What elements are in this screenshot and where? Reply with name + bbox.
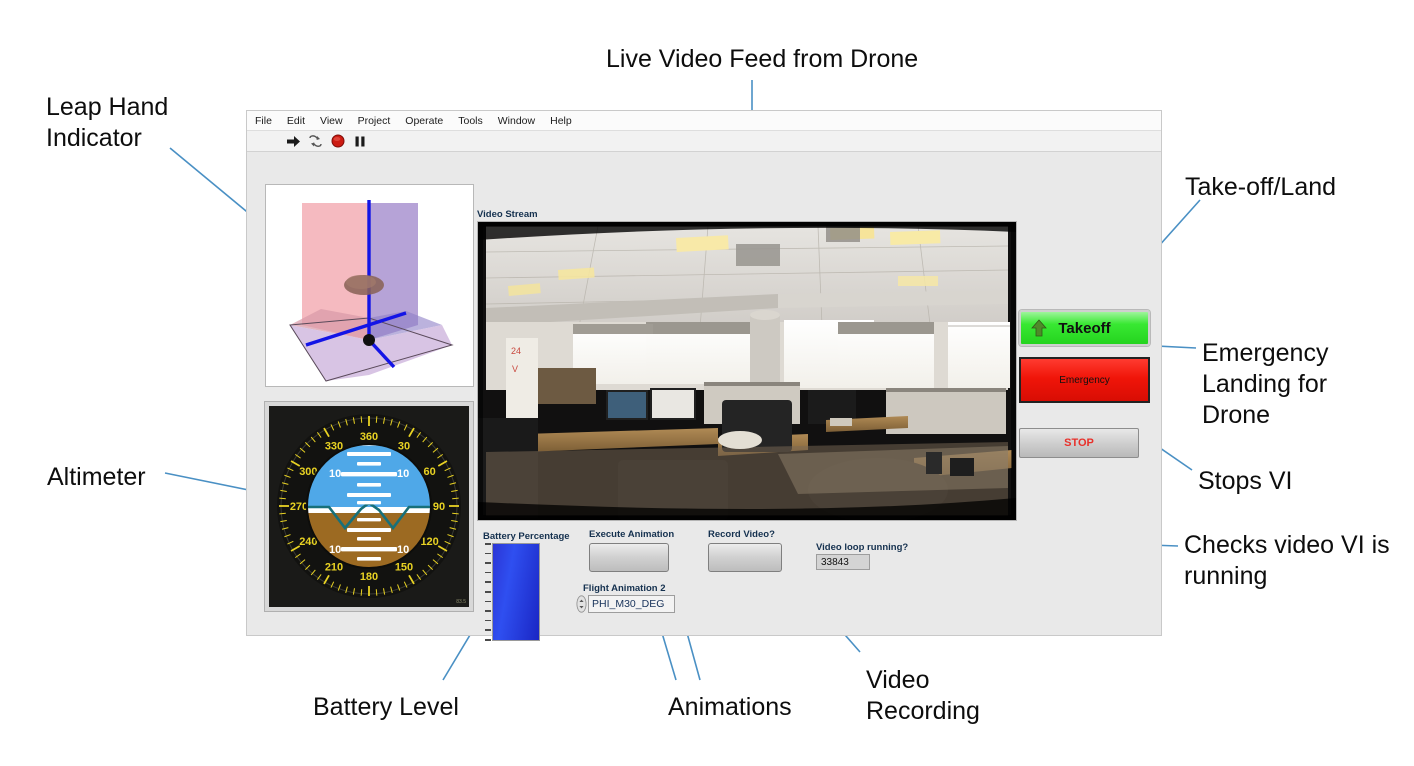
takeoff-button-label: Takeoff — [1058, 319, 1111, 337]
compass-label: 210 — [325, 562, 343, 574]
emergency-button[interactable]: Emergency — [1019, 357, 1150, 403]
battery-tick — [485, 581, 491, 583]
leap-hand-3d-indicator[interactable] — [265, 184, 474, 387]
compass-tick — [360, 589, 363, 596]
annotation-video-recording: Video Recording — [866, 666, 980, 725]
pause-icon[interactable] — [351, 134, 368, 149]
compass-tick — [375, 589, 378, 596]
battery-scale-ticks — [485, 543, 492, 641]
video-stream-label: Video Stream — [477, 209, 538, 220]
attitude-corner-value: 83.5 — [456, 599, 466, 605]
flight-animation-label: Flight Animation 2 — [583, 583, 666, 594]
compass-label: 270 — [290, 501, 308, 513]
takeoff-arrow-up-icon — [1031, 319, 1047, 337]
menu-item-window[interactable]: Window — [498, 115, 535, 127]
abort-execution-icon[interactable] — [329, 134, 346, 149]
annotation-emergency-landing: Emergency Landing for Drone — [1202, 339, 1329, 429]
compass-label: 360 — [360, 431, 378, 443]
compass-label: 90 — [433, 501, 445, 513]
menu-item-tools[interactable]: Tools — [458, 115, 483, 127]
compass-label: 60 — [423, 466, 435, 478]
altimeter-attitude-indicator[interactable]: 360 30 60 90 120 150 180 210 240 270 300 330 — [264, 401, 474, 612]
record-video-label: Record Video? — [708, 529, 775, 540]
menu-bar: File Edit View Project Operate Tools Win… — [247, 111, 1161, 131]
compass-tick — [452, 497, 459, 500]
svg-text:V: V — [512, 364, 518, 374]
annotation-animations: Animations — [668, 693, 792, 721]
menu-item-project[interactable]: Project — [358, 115, 391, 127]
compass-label: 150 — [395, 562, 413, 574]
run-continuously-icon[interactable] — [307, 134, 324, 149]
stop-button[interactable]: STOP — [1019, 428, 1139, 458]
battery-tick — [485, 591, 491, 593]
video-loop-running-label: Video loop running? — [816, 542, 909, 553]
video-stream-display[interactable]: 24 V — [477, 221, 1017, 521]
compass-label: 180 — [360, 571, 378, 583]
annotation-battery-level: Battery Level — [313, 693, 459, 721]
battery-fill — [493, 544, 539, 640]
run-arrow-icon[interactable] — [285, 134, 302, 149]
annotation-live-video: Live Video Feed from Drone — [606, 45, 919, 73]
video-loop-running-indicator: 33843 — [816, 554, 870, 570]
battery-tick — [485, 552, 491, 555]
menu-item-operate[interactable]: Operate — [405, 115, 443, 127]
emergency-button-label: Emergency — [1059, 374, 1110, 386]
battery-tick — [485, 562, 491, 564]
menu-item-view[interactable]: View — [320, 115, 343, 127]
battery-tick — [485, 629, 491, 631]
record-video-button[interactable] — [708, 543, 782, 572]
compass-tick — [279, 497, 286, 500]
svg-text:24: 24 — [511, 346, 521, 356]
menu-item-edit[interactable]: Edit — [287, 115, 305, 127]
battery-tick — [485, 543, 491, 545]
compass-label: 30 — [398, 440, 410, 452]
pitch-label-10-left: 10 — [329, 468, 341, 480]
compass-tick — [375, 416, 378, 423]
battery-percentage-label: Battery Percentage — [483, 531, 570, 542]
menu-item-file[interactable]: File — [255, 115, 272, 127]
annotation-stops-vi: Stops VI — [1198, 467, 1293, 495]
annotation-checks-video: Checks video VI is running — [1184, 531, 1390, 590]
flight-animation-value[interactable]: PHI_M30_DEG — [588, 595, 675, 613]
pitch-label-10-right: 10 — [397, 468, 409, 480]
annotation-leap-hand: Leap Hand Indicator — [46, 93, 169, 152]
compass-tick — [452, 512, 459, 515]
toolbar — [247, 131, 1161, 152]
menu-item-help[interactable]: Help — [550, 115, 572, 127]
battery-percentage-bar — [492, 543, 540, 641]
annotation-altimeter: Altimeter — [47, 463, 146, 491]
front-panel: 360 30 60 90 120 150 180 210 240 270 300 330 — [247, 153, 1161, 641]
flight-animation-spinner-icon[interactable] — [576, 595, 587, 613]
stop-button-label: STOP — [1064, 437, 1094, 449]
battery-tick — [485, 639, 491, 641]
execute-animation-label: Execute Animation — [589, 529, 675, 540]
battery-tick — [485, 600, 491, 603]
annotation-takeoff-land: Take-off/Land — [1185, 173, 1337, 201]
battery-tick — [485, 619, 491, 622]
compass-tick — [360, 416, 363, 423]
battery-tick — [485, 571, 491, 574]
labview-vi-window: File Edit View Project Operate Tools Win… — [246, 110, 1162, 641]
execute-animation-button[interactable] — [589, 543, 669, 572]
takeoff-button[interactable]: Takeoff — [1019, 310, 1150, 346]
compass-tick — [279, 512, 286, 515]
battery-tick — [485, 610, 491, 612]
